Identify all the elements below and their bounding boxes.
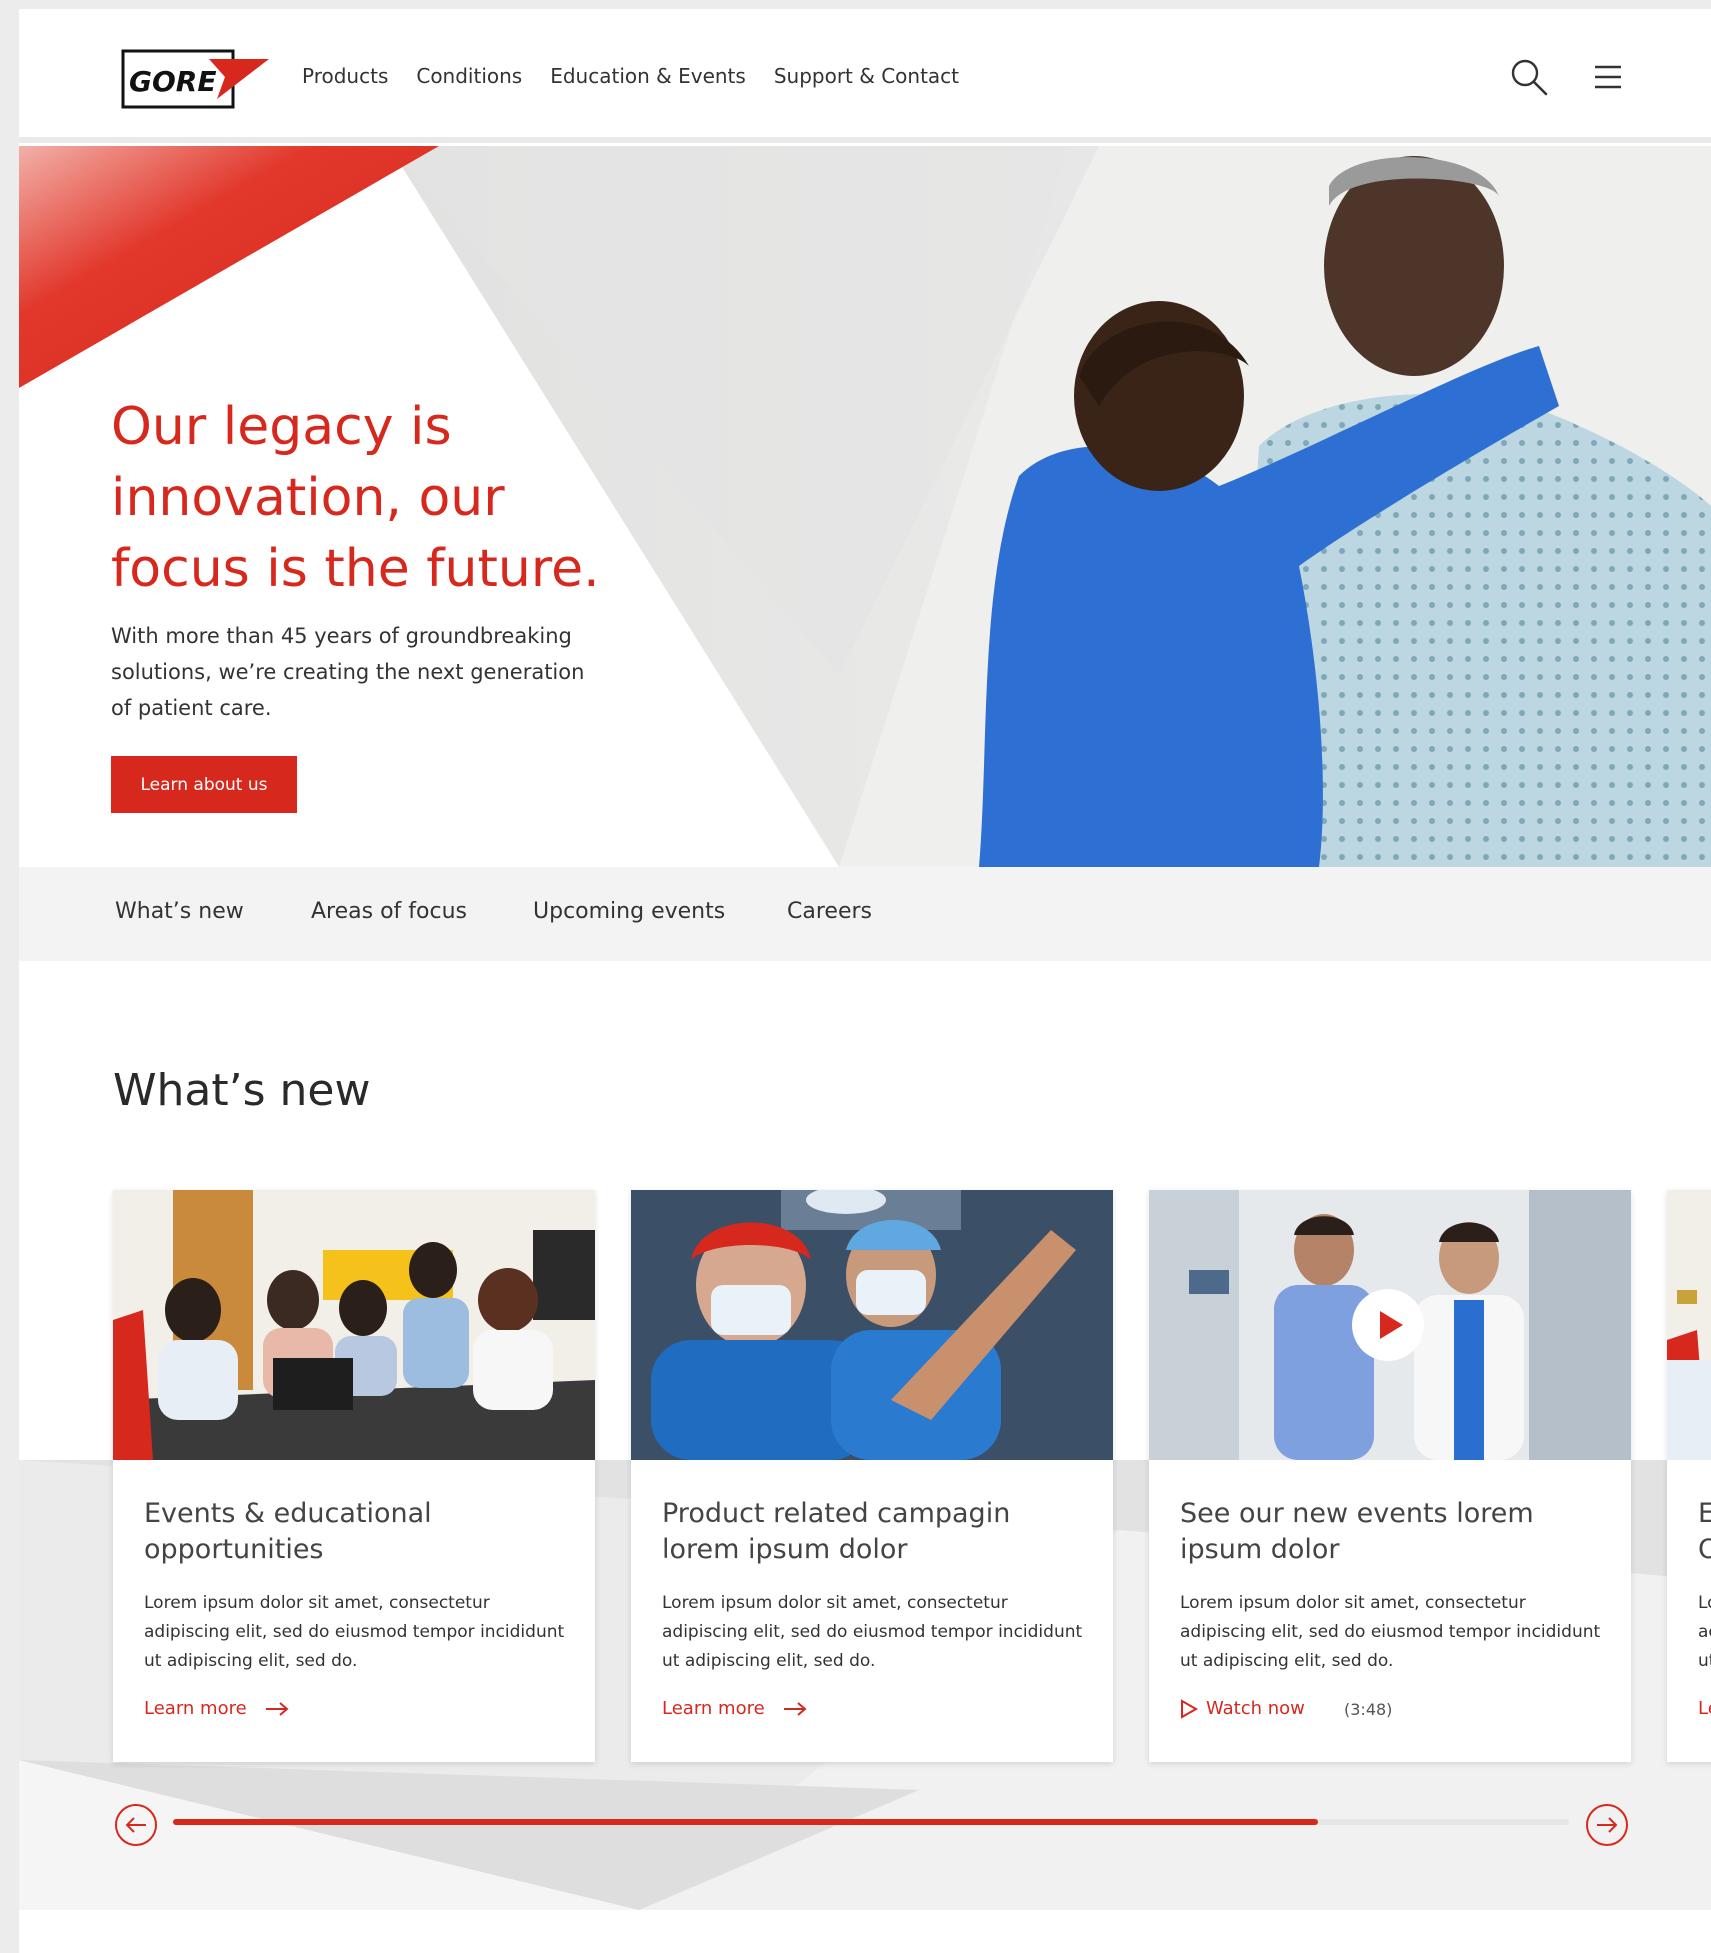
learn-more-link[interactable]: Learn more: [144, 1698, 289, 1719]
card-title: Events & educational opportunities: [144, 1498, 432, 1565]
learn-more-link[interactable]: Le: [1698, 1698, 1711, 1719]
footer-spacer: [19, 1910, 1711, 1953]
nav-conditions[interactable]: Conditions: [416, 64, 522, 88]
section-nav: What’s new Areas of focus Upcoming event…: [19, 867, 1711, 961]
nav-products[interactable]: Products: [302, 64, 388, 88]
gore-logo[interactable]: GORE: [121, 47, 271, 115]
hero-banner: Our legacy is innovation, our focus is t…: [19, 146, 1711, 867]
watch-now-label: Watch now: [1206, 1698, 1305, 1719]
card-text: Lorem ipsum dolor sit amet, consectetur …: [1180, 1593, 1601, 1671]
learn-more-link[interactable]: Learn more: [662, 1698, 807, 1719]
card-image-team-meeting: [113, 1190, 595, 1460]
learn-more-label: Learn more: [662, 1698, 765, 1719]
arrow-left-icon: [125, 1817, 146, 1833]
play-icon[interactable]: [1351, 1288, 1425, 1362]
page: GORE Products Conditions Education & Eve…: [19, 9, 1711, 1953]
hamburger-menu-icon[interactable]: [1593, 61, 1625, 93]
card-image-surgeons: [631, 1190, 1113, 1460]
svg-text:GORE: GORE: [129, 65, 216, 98]
carousel-progress-track[interactable]: [173, 1819, 1569, 1825]
card-text: Lorem ipsum dolor sit amet, consectetur …: [144, 1593, 565, 1671]
tab-whats-new[interactable]: What’s new: [115, 899, 244, 924]
video-duration: (3:48): [1344, 1700, 1393, 1719]
tab-areas-of-focus[interactable]: Areas of focus: [311, 899, 467, 924]
arrow-right-icon: [265, 1701, 289, 1716]
card-body: Product related campagin lorem ipsum dol…: [631, 1460, 1113, 1762]
card-title: E O: [1698, 1498, 1711, 1565]
whats-new-heading: What’s new: [113, 1065, 371, 1116]
tab-careers[interactable]: Careers: [787, 899, 872, 924]
news-card: See our new events lorem ipsum dolor Lor…: [1149, 1190, 1631, 1762]
card-title: See our new events lorem ipsum dolor: [1180, 1498, 1534, 1565]
nav-education-events[interactable]: Education & Events: [550, 64, 746, 88]
card-body: Events & educational opportunities Lorem…: [113, 1460, 595, 1762]
arrow-right-icon: [1597, 1817, 1618, 1833]
hero-description: With more than 45 years of groundbreakin…: [111, 624, 585, 720]
carousel-progress-fill: [173, 1819, 1318, 1825]
carousel-next-button[interactable]: [1586, 1804, 1628, 1846]
card-body: E O Lo ac ut Le: [1667, 1460, 1711, 1762]
nav-support-contact[interactable]: Support & Contact: [774, 64, 959, 88]
card-image-team-meeting: [1667, 1190, 1711, 1460]
news-card: E O Lo ac ut Le: [1667, 1190, 1711, 1762]
watch-now-link[interactable]: Watch now: [1180, 1698, 1305, 1719]
hero-title: Our legacy is innovation, our focus is t…: [111, 397, 600, 599]
main-nav: Products Conditions Education & Events S…: [302, 64, 959, 88]
learn-more-label: Le: [1698, 1698, 1711, 1719]
news-card: Product related campagin lorem ipsum dol…: [631, 1190, 1113, 1762]
carousel-prev-button[interactable]: [115, 1804, 157, 1846]
learn-about-us-button[interactable]: Learn about us: [111, 756, 297, 813]
play-outline-icon: [1181, 1698, 1198, 1719]
learn-more-label: Learn more: [144, 1698, 247, 1719]
card-title: Product related campagin lorem ipsum dol…: [662, 1498, 1011, 1565]
news-card: Events & educational opportunities Lorem…: [113, 1190, 595, 1762]
card-body: See our new events lorem ipsum dolor Lor…: [1149, 1460, 1631, 1762]
tab-upcoming-events[interactable]: Upcoming events: [533, 899, 725, 924]
arrow-right-icon: [783, 1701, 807, 1716]
search-icon[interactable]: [1509, 57, 1549, 97]
card-text: Lo ac ut: [1698, 1593, 1711, 1671]
site-header: GORE Products Conditions Education & Eve…: [19, 9, 1711, 143]
card-text: Lorem ipsum dolor sit amet, consectetur …: [662, 1593, 1083, 1671]
